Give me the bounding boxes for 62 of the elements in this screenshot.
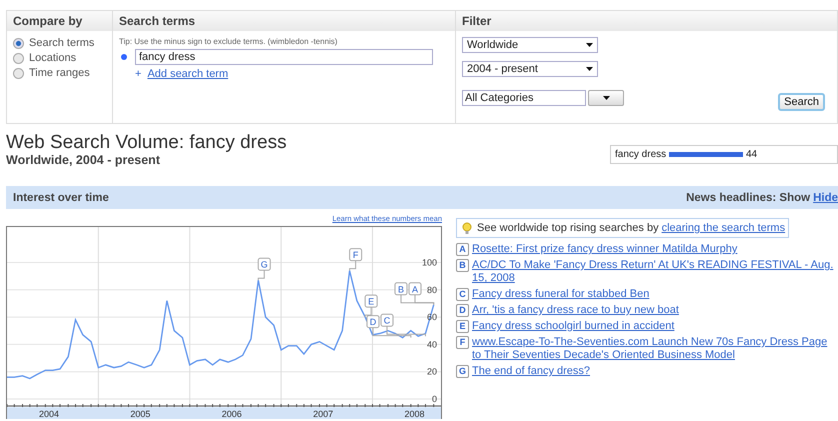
clear-terms-link[interactable]: clearing the search terms — [662, 222, 786, 234]
news-marker: B — [456, 259, 469, 272]
axis-label: 0 — [432, 394, 437, 404]
caret-icon — [586, 67, 593, 71]
annotation: E — [368, 296, 374, 307]
category-field[interactable]: All Categories — [462, 90, 586, 106]
dropdown-button[interactable] — [588, 90, 624, 106]
axis-label: 100 — [422, 258, 437, 268]
news-link[interactable]: The end of fancy dress? — [472, 365, 590, 378]
volume-reading: 44 — [746, 149, 758, 160]
lightbulb-icon — [460, 221, 474, 235]
caret-icon — [586, 43, 593, 47]
annotation: A — [412, 284, 418, 294]
term-label: fancy dress — [615, 149, 666, 160]
axis-label: 2004 — [39, 409, 60, 419]
axis-label: 2008 — [404, 409, 425, 419]
radio-label[interactable]: Locations — [29, 52, 76, 64]
radio-button[interactable] — [13, 52, 24, 64]
column-heading: Compare by — [7, 11, 112, 31]
axis-label: 2007 — [313, 409, 334, 419]
hide-link[interactable]: Hide — [813, 192, 838, 204]
news-marker: C — [456, 288, 469, 301]
caret-icon — [602, 96, 610, 100]
page-subtitle: Worldwide, 2004 - present — [6, 153, 161, 167]
news-toggle-label: News headlines: Show — [686, 192, 810, 204]
news-marker: D — [456, 304, 469, 317]
news-marker: E — [456, 320, 469, 333]
annotation: G — [260, 260, 268, 270]
axis-label: 2006 — [222, 409, 242, 419]
dropdown[interactable]: 2004 - present — [462, 61, 598, 77]
annotation: C — [384, 316, 391, 326]
axis-label: 40 — [426, 339, 437, 350]
section-heading: Interest over time — [13, 192, 109, 204]
news-marker: G — [456, 365, 469, 378]
news-link[interactable]: Rosette: First prize fancy dress winner Matilda Murphy — [472, 243, 738, 256]
axis-label: 20 — [426, 366, 437, 377]
column-heading: Search terms — [113, 11, 455, 31]
radio-button[interactable] — [13, 38, 24, 48]
radio-button[interactable] — [13, 68, 24, 78]
tip-text: See worldwide top rising searches by — [477, 222, 659, 234]
news-link[interactable]: Fancy dress schoolgirl burned in accident — [472, 320, 674, 333]
axis-label: 2005 — [130, 409, 150, 419]
news-link[interactable]: Arr, 'tis a fancy dress race to buy new boat — [472, 304, 679, 317]
news-link[interactable]: www.Escape-To-The-Seventies.com Launch New 70s Fancy Dress Page to Their Seventies Decade's Oriented Business Model — [472, 336, 838, 362]
page-title: Web Search Volume: fancy dress — [6, 133, 287, 153]
news-marker: F — [456, 336, 469, 349]
radio-label[interactable]: Time ranges — [29, 67, 90, 79]
annotation: D — [370, 317, 377, 328]
plus-icon: + — [135, 68, 142, 80]
search-field[interactable]: fancy dress — [135, 49, 433, 65]
news-link[interactable]: Fancy dress funeral for stabbed Ben — [472, 288, 650, 301]
annotation: F — [352, 250, 359, 260]
news-link[interactable]: AC/DC To Make 'Fancy Dress Return' At UK's READING FESTIVAL - Aug. 15, 2008 — [472, 259, 838, 285]
annotation: B — [398, 284, 404, 294]
column-heading: Filter — [456, 11, 837, 31]
dropdown[interactable]: Worldwide — [462, 37, 598, 53]
news-marker: A — [456, 243, 469, 256]
tip-text: Tip: Use the minus sign to exclude terms. (wimbledon -tennis) — [119, 37, 338, 46]
search-button[interactable]: Search — [778, 93, 825, 111]
add-term-link[interactable]: Add search term — [147, 68, 228, 80]
radio-label[interactable]: Search terms — [29, 37, 94, 49]
axis-label: 80 — [426, 284, 437, 295]
